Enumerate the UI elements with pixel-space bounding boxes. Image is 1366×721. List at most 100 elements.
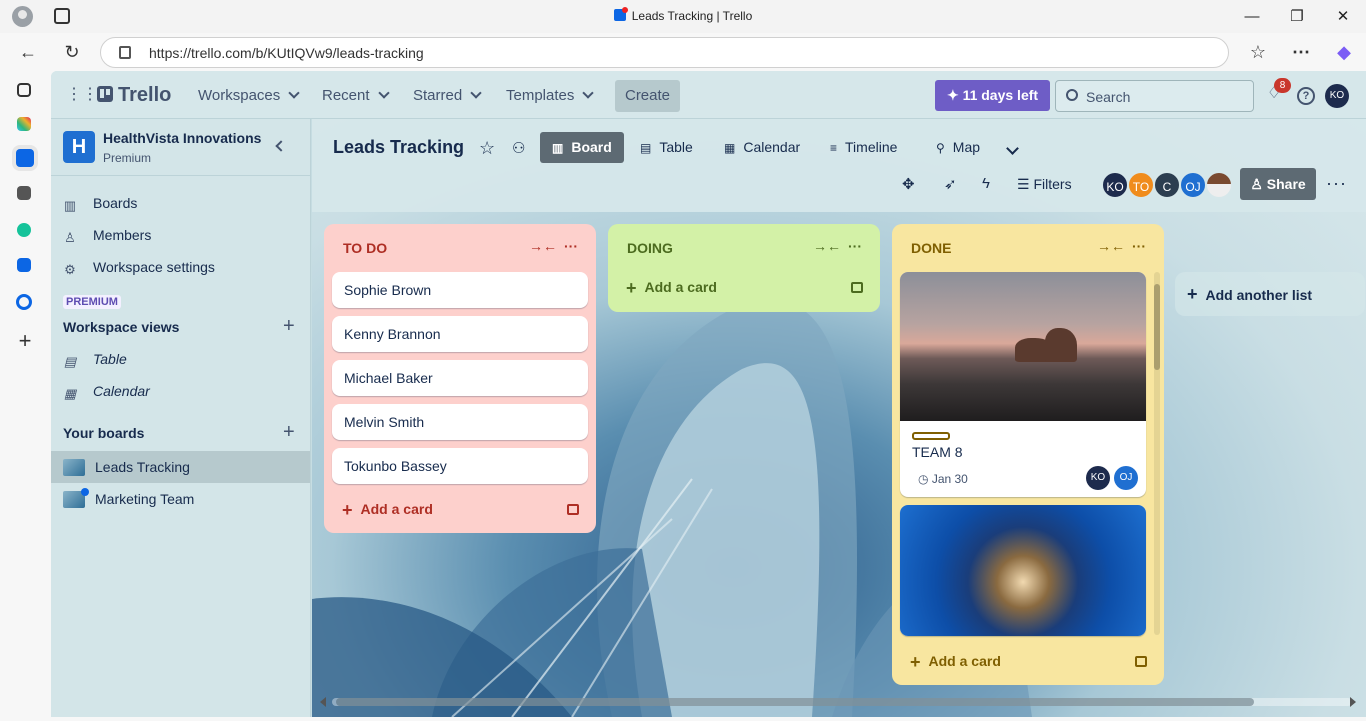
- trello-app-icon[interactable]: [16, 149, 34, 167]
- board-menu-icon[interactable]: ···: [1326, 173, 1347, 194]
- board-canvas: Leads Tracking ☆ ⚇ ▥ Board ▤ Table ▦ Calend…: [312, 119, 1366, 717]
- tab-timeline[interactable]: ≡ Timeline: [818, 132, 909, 163]
- url-text[interactable]: https://trello.com/b/KUtIQVw9/leads-trac…: [149, 45, 424, 61]
- power-ups-icon[interactable]: ✥: [902, 175, 915, 193]
- card-member-avatar[interactable]: KO: [1086, 466, 1110, 490]
- member-photo-avatar[interactable]: [1205, 171, 1233, 199]
- sidebar-item-boards[interactable]: ▥ Boards: [63, 187, 299, 219]
- plus-icon: +: [910, 652, 921, 672]
- add-board-plus-icon[interactable]: +: [283, 422, 295, 442]
- list-scrollbar[interactable]: [1154, 272, 1160, 635]
- workspace-plan: Premium: [103, 151, 152, 165]
- card-template-icon[interactable]: [567, 504, 579, 515]
- member-avatar[interactable]: OJ: [1179, 171, 1207, 199]
- trello-logo[interactable]: Trello: [97, 84, 171, 107]
- star-board-icon[interactable]: ☆: [479, 138, 495, 159]
- sidebar-board-marketing-team[interactable]: Marketing Team: [51, 483, 310, 515]
- visibility-icon[interactable]: ⚇: [512, 139, 525, 157]
- address-bar[interactable]: https://trello.com/b/KUtIQVw9/leads-trac…: [100, 37, 1229, 68]
- browser-app-icon[interactable]: [16, 294, 32, 310]
- plus-icon: +: [1187, 284, 1198, 304]
- list-title[interactable]: TO DO: [343, 240, 387, 256]
- list-title[interactable]: DOING: [627, 240, 673, 256]
- tab-board[interactable]: ▥ Board: [540, 132, 624, 163]
- board-horizontal-scrollbar[interactable]: [318, 696, 1358, 708]
- grammarly-icon[interactable]: [17, 223, 31, 237]
- member-avatar[interactable]: KO: [1101, 171, 1129, 199]
- list-menu-icon[interactable]: ···: [848, 238, 862, 254]
- trello-icon[interactable]: [17, 258, 31, 272]
- sidebar-board-leads-tracking[interactable]: Leads Tracking: [51, 451, 310, 483]
- add-list-button[interactable]: + Add another list: [1175, 272, 1365, 316]
- tab-map[interactable]: ⚲ Map: [924, 132, 992, 163]
- search-input[interactable]: Search: [1055, 80, 1254, 112]
- list-title[interactable]: DONE: [911, 240, 951, 256]
- collapse-list-icon[interactable]: →←: [1097, 238, 1125, 254]
- tab-calendar[interactable]: ▦ Calendar: [712, 132, 812, 163]
- filters-button[interactable]: ☰ Filters: [1017, 176, 1072, 193]
- list-item[interactable]: Melvin Smith: [332, 404, 588, 440]
- list-item[interactable]: Sophie Brown: [332, 272, 588, 308]
- add-card-button[interactable]: + Add a card: [910, 652, 1001, 673]
- maximize-button[interactable]: ❐: [1274, 4, 1320, 29]
- lightning-icon[interactable]: ϟ: [982, 175, 990, 192]
- back-arrow-icon[interactable]: ←: [13, 37, 43, 67]
- tabs-icon[interactable]: [17, 83, 31, 97]
- trial-button[interactable]: ✦ 11 days left: [935, 80, 1050, 111]
- add-card-button[interactable]: + Add a card: [342, 500, 433, 521]
- more-views-chevron-icon[interactable]: [1006, 142, 1019, 155]
- workspace-name[interactable]: HealthVista Innovations: [103, 130, 261, 146]
- sidebar-item-settings[interactable]: ⚙ Workspace settings: [63, 251, 299, 283]
- sidebar-item-table-view[interactable]: ▤ Table: [63, 343, 299, 375]
- list-menu-icon[interactable]: ···: [1132, 238, 1146, 254]
- starred-menu[interactable]: Starred: [413, 87, 482, 104]
- sidebar-item-calendar-view[interactable]: ▦ Calendar: [63, 375, 299, 407]
- list-menu-icon[interactable]: ···: [564, 238, 578, 254]
- share-button[interactable]: ♙ Share: [1240, 168, 1316, 200]
- automation-icon[interactable]: ➶: [944, 175, 957, 193]
- scroll-left-icon[interactable]: [320, 697, 326, 707]
- minimize-button[interactable]: —: [1229, 4, 1275, 29]
- app-switcher-icon[interactable]: ⋮⋮: [66, 87, 98, 103]
- member-avatar[interactable]: TO: [1127, 171, 1155, 199]
- lock-icon[interactable]: [119, 46, 131, 59]
- add-app-icon[interactable]: +: [15, 330, 35, 352]
- list-item[interactable]: Michael Baker: [332, 360, 588, 396]
- help-icon[interactable]: ?: [1297, 87, 1315, 105]
- close-window-button[interactable]: ✕: [1320, 4, 1366, 29]
- create-button[interactable]: Create: [615, 80, 680, 112]
- copilot-icon[interactable]: ◆: [1329, 37, 1359, 67]
- browser-menu-icon[interactable]: ⋯: [1286, 37, 1316, 67]
- card-template-icon[interactable]: [1135, 656, 1147, 667]
- scroll-thumb[interactable]: [336, 698, 1254, 706]
- scroll-right-icon[interactable]: [1350, 697, 1356, 707]
- card-template-icon[interactable]: [851, 282, 863, 293]
- your-boards-heading: Your boards: [63, 425, 145, 441]
- list-item[interactable]: Tokunbo Bassey: [332, 448, 588, 484]
- add-view-plus-icon[interactable]: +: [283, 316, 295, 336]
- collapse-list-icon[interactable]: →←: [529, 238, 557, 254]
- reload-icon[interactable]: ↻: [57, 37, 87, 67]
- tab-table[interactable]: ▤ Table: [628, 132, 705, 163]
- recent-menu[interactable]: Recent: [322, 87, 390, 104]
- workspace-logo[interactable]: H: [63, 131, 95, 163]
- sidebar-item-members[interactable]: ♙ Members: [63, 219, 299, 251]
- collapse-sidebar-icon[interactable]: [275, 140, 287, 152]
- user-avatar[interactable]: KO: [1325, 84, 1349, 108]
- notification-count-badge: 8: [1274, 78, 1291, 93]
- slack-icon[interactable]: [17, 117, 31, 131]
- board-title[interactable]: Leads Tracking: [333, 137, 464, 158]
- collapse-list-icon[interactable]: →←: [813, 238, 841, 254]
- templates-menu[interactable]: Templates: [506, 87, 595, 104]
- favorites-icon[interactable]: ☆: [1243, 37, 1273, 67]
- list-todo: TO DO →← ··· Sophie Brown Kenny Brannon …: [324, 224, 596, 533]
- add-card-button[interactable]: + Add a card: [626, 278, 717, 299]
- card-image[interactable]: [900, 505, 1146, 636]
- workspaces-menu[interactable]: Workspaces: [198, 87, 300, 104]
- app-icon[interactable]: [17, 186, 31, 200]
- card-team-8[interactable]: TEAM 8 ◷ Jan 30 KO OJ: [900, 272, 1146, 497]
- list-item[interactable]: Kenny Brannon: [332, 316, 588, 352]
- member-avatar[interactable]: C: [1153, 171, 1181, 199]
- list-scrollbar-thumb[interactable]: [1154, 284, 1160, 370]
- card-member-avatar[interactable]: OJ: [1114, 466, 1138, 490]
